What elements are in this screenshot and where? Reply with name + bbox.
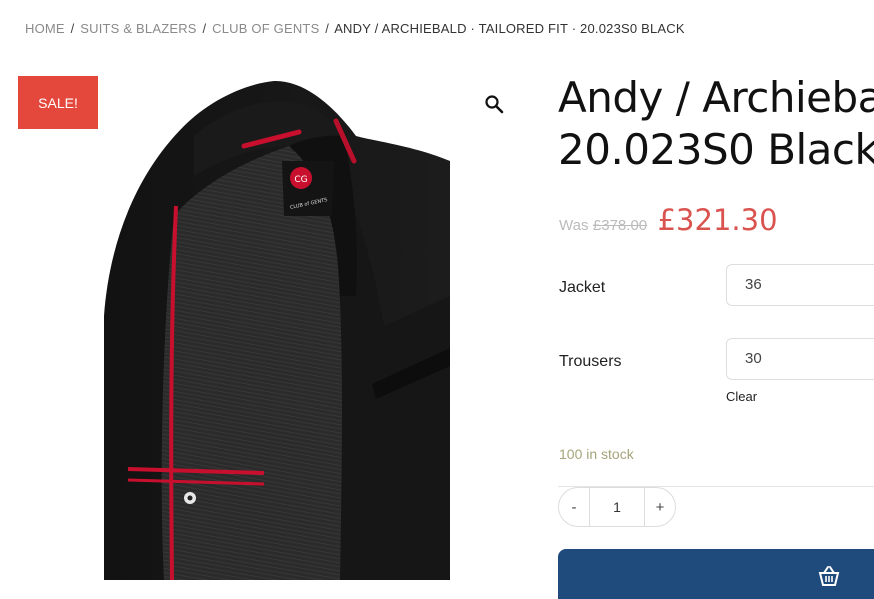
trousers-label: Trousers <box>559 353 622 370</box>
breadcrumb-suits[interactable]: SUITS & BLAZERS <box>80 21 196 36</box>
clear-variations-link[interactable]: Clear <box>726 389 757 404</box>
product-title: Andy / Archieba 20.023S0 Black <box>558 72 874 176</box>
sale-price: £321.30 <box>657 203 778 237</box>
magnifier-icon[interactable] <box>484 94 504 114</box>
quantity-decrease-button[interactable]: - <box>559 499 589 516</box>
title-line-2: 20.023S0 Black <box>558 125 874 174</box>
basket-icon <box>818 566 840 586</box>
add-to-basket-button[interactable] <box>558 549 874 599</box>
breadcrumb-brand[interactable]: CLUB OF GENTS <box>212 21 319 36</box>
label-logo-text: CG <box>294 175 307 185</box>
quantity-input[interactable]: 1 <box>589 488 645 526</box>
product-image[interactable]: CG CLUB of GENTS <box>104 66 450 580</box>
breadcrumb-current: ANDY / ARCHIEBALD · TAILORED FIT · 20.02… <box>334 21 685 36</box>
quantity-stepper: - 1 + <box>558 487 676 527</box>
breadcrumb-separator: / <box>325 21 330 36</box>
jacket-label: Jacket <box>559 279 606 296</box>
breadcrumb-separator: / <box>70 21 75 36</box>
old-price: £378.00 <box>592 217 648 234</box>
was-label: Was <box>559 217 589 234</box>
breadcrumb-home[interactable]: HOME <box>25 21 65 36</box>
jacket-size-select[interactable]: 36 <box>726 264 874 306</box>
quantity-increase-button[interactable]: + <box>645 499 675 516</box>
product-gallery: SALE! CG CLUB of GENTS <box>18 66 518 580</box>
stock-status: 100 in stock <box>559 446 634 462</box>
trousers-size-select[interactable]: 30 <box>726 338 874 380</box>
breadcrumb-separator: / <box>202 21 207 36</box>
sale-badge: SALE! <box>18 76 98 129</box>
breadcrumb: HOME / SUITS & BLAZERS / CLUB OF GENTS /… <box>25 21 685 36</box>
price-block: Was £378.00 £321.30 <box>559 203 778 237</box>
title-line-1: Andy / Archieba <box>558 73 874 122</box>
